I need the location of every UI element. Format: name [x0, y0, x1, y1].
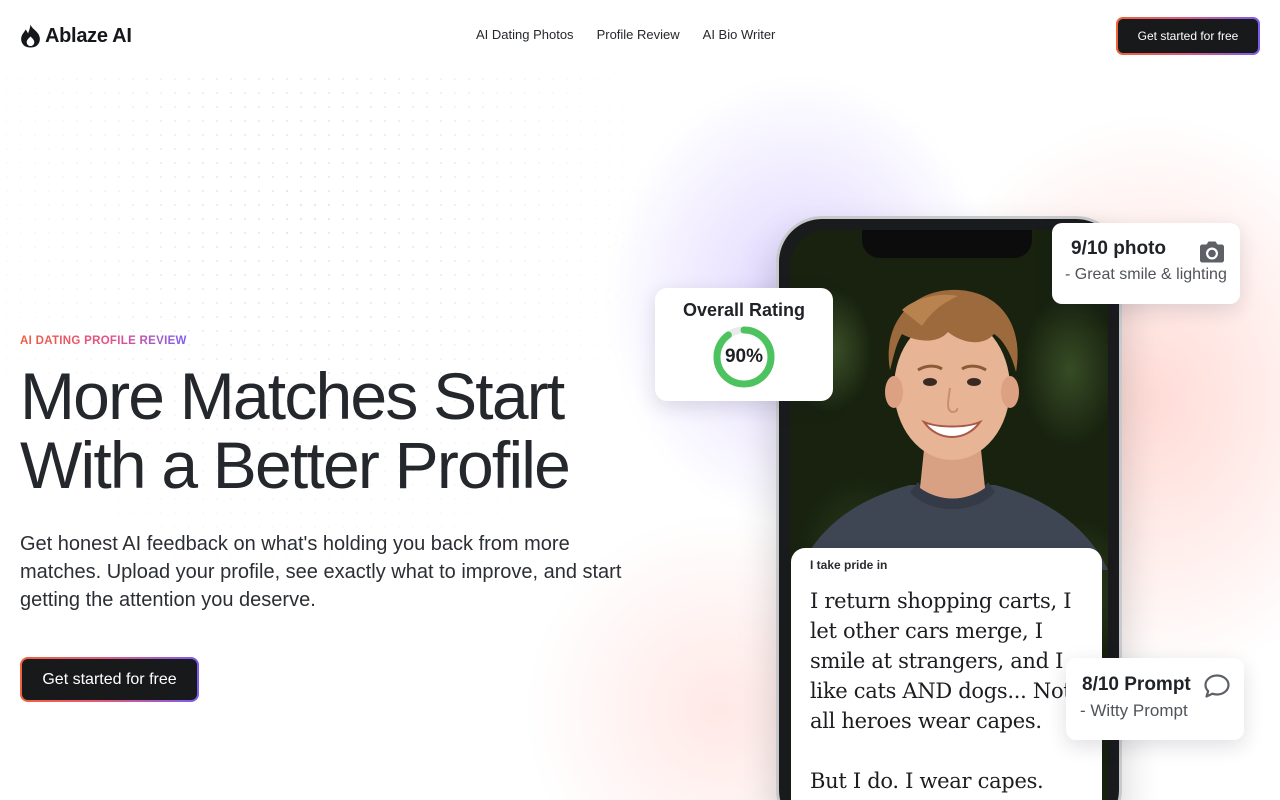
nav-profile-review[interactable]: Profile Review — [597, 27, 680, 42]
prompt-label: I take pride in — [810, 558, 888, 572]
prompt-answer-paragraph-1: I return shopping carts, I let other car… — [810, 589, 1072, 733]
hero-get-started-label: Get started for free — [22, 659, 197, 700]
nav-ai-bio-writer[interactable]: AI Bio Writer — [703, 27, 776, 42]
rating-value: 90% — [724, 346, 764, 367]
flame-logo-icon — [21, 24, 40, 48]
brand-name: Ablaze AI — [45, 24, 132, 47]
site-header: Ablaze AI AI Dating Photos Profile Revie… — [0, 0, 1280, 72]
header-get-started-button[interactable]: Get started for free — [1116, 17, 1260, 55]
camera-icon — [1200, 241, 1224, 263]
hero-subtext: Get honest AI feedback on what's holding… — [20, 533, 622, 611]
hero-get-started-button[interactable]: Get started for free — [20, 657, 199, 702]
nav-ai-dating-photos[interactable]: AI Dating Photos — [476, 27, 574, 42]
main-nav: AI Dating Photos Profile Review AI Bio W… — [476, 27, 775, 42]
header-get-started-label: Get started for free — [1118, 19, 1258, 53]
hero-headline: More Matches Start With a Better Profile — [20, 362, 660, 500]
prompt-body: I return shopping carts, I let other car… — [810, 586, 1083, 796]
prompt-score-card: 8/10 Prompt - Witty Prompt — [1066, 658, 1244, 740]
chat-bubble-icon — [1204, 674, 1230, 698]
profile-prompt-card: I take pride in I return shopping carts,… — [791, 548, 1102, 800]
prompt-answer-paragraph-2: But I do. I wear capes. — [810, 769, 1044, 793]
brand-link[interactable]: Ablaze AI — [20, 24, 132, 48]
photo-note: - Great smile & lighting — [1065, 266, 1227, 283]
photo-score-card: 9/10 photo - Great smile & lighting — [1052, 223, 1240, 304]
rating-title: Overall Rating — [682, 300, 806, 320]
prompt-score-note: - Witty Prompt — [1080, 701, 1188, 720]
headline-line-2: With a Better Profile — [20, 428, 571, 502]
overall-rating-card: Overall Rating 90% — [655, 288, 833, 401]
headline-line-1: More Matches Start — [20, 359, 565, 433]
phone-notch — [862, 230, 1032, 258]
hero-eyebrow: AI DATING PROFILE REVIEW — [20, 335, 187, 347]
profile-photo — [800, 289, 1108, 570]
